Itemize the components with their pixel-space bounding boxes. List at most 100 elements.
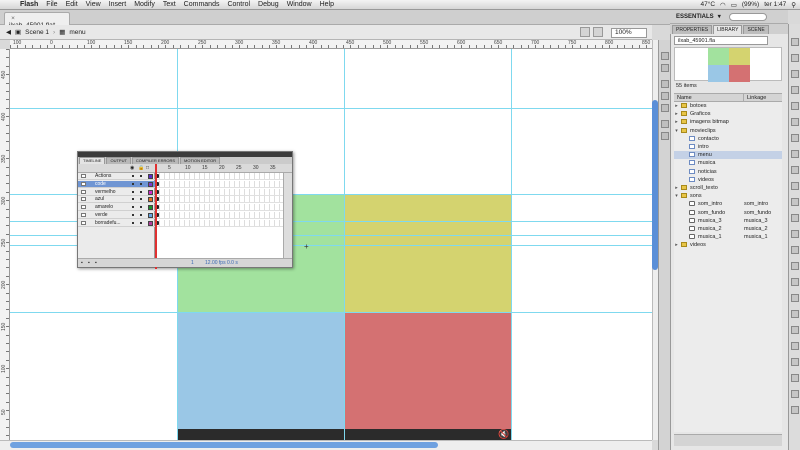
menu-insert[interactable]: Insert (105, 0, 131, 10)
outline-icon[interactable]: □ (146, 165, 149, 171)
visibility-dot-icon[interactable] (132, 182, 134, 185)
pencil-tool-icon[interactable] (791, 182, 799, 190)
library-item[interactable]: musica_1 musica_1 (674, 233, 782, 241)
menu-modify[interactable]: Modify (130, 0, 159, 10)
visibility-dot-icon[interactable] (132, 198, 134, 201)
layer-frames[interactable] (155, 212, 283, 219)
visibility-dot-icon[interactable] (132, 175, 134, 177)
smooth-icon[interactable] (791, 390, 799, 398)
library-item[interactable]: ▸ imagens bitmap (674, 118, 782, 126)
library-item[interactable]: ▾ movieclips (674, 127, 782, 135)
new-layer-icon[interactable]: ▪ (81, 259, 83, 267)
battery-icon[interactable]: ▭ (731, 1, 737, 9)
menu-text[interactable]: Text (159, 0, 180, 10)
tab-scene[interactable]: SCENE (743, 25, 769, 34)
library-item[interactable]: musica_2 musica_2 (674, 225, 782, 233)
disclosure-closed-icon[interactable]: ▸ (674, 102, 679, 110)
rectangle-tool-icon[interactable] (791, 166, 799, 174)
red-quadrant[interactable] (344, 312, 511, 429)
close-tab-icon[interactable]: × (9, 15, 17, 22)
timeline-layer[interactable]: amarelo (78, 204, 155, 212)
swap-colors-icon[interactable] (791, 358, 799, 366)
hand-tool-icon[interactable] (791, 294, 799, 302)
frame-ruler[interactable]: ◉ 🔒 □ 5 10 15 20 25 30 35 (78, 164, 292, 173)
delete-layer-icon[interactable]: ▪ (95, 259, 97, 267)
paint-bucket-tool-icon[interactable] (791, 246, 799, 254)
menu-edit[interactable]: Edit (62, 0, 82, 10)
speaker-muted-icon[interactable]: 🔇 (498, 430, 509, 439)
disclosure-closed-icon[interactable]: ▸ (674, 241, 679, 249)
layer-outline-color[interactable] (148, 197, 153, 203)
disclosure-closed-icon[interactable]: ▸ (674, 118, 679, 126)
visibility-dot-icon[interactable] (132, 214, 134, 216)
workspace-label[interactable]: ESSENTIALS (676, 14, 714, 20)
disclosure-closed-icon[interactable]: ▸ (674, 110, 679, 118)
breadcrumb-symbol[interactable]: menu (69, 29, 85, 36)
lock-icon[interactable]: 🔒 (138, 165, 144, 171)
library-item[interactable]: musica (674, 159, 782, 167)
library-item[interactable]: videos (674, 176, 782, 184)
visibility-dot-icon[interactable] (132, 190, 134, 193)
frame-rate[interactable]: 12.00 fps (205, 259, 226, 267)
timeline-layer[interactable]: verde (78, 212, 155, 219)
library-item[interactable]: contacto (674, 135, 782, 143)
layer-outline-color[interactable] (148, 189, 153, 195)
blue-quadrant[interactable] (177, 312, 344, 429)
edit-symbols-icon[interactable] (593, 27, 603, 37)
deco-tool-icon[interactable] (791, 214, 799, 222)
library-item[interactable]: noticias (674, 168, 782, 176)
selection-tool-icon[interactable] (791, 38, 799, 46)
timeline-layer[interactable]: borradefu... (78, 220, 155, 227)
tab-library[interactable]: LIBRARY (713, 25, 743, 34)
layer-outline-color[interactable] (148, 174, 153, 179)
wifi-icon[interactable]: ◠ (720, 1, 726, 9)
eyedropper-tool-icon[interactable] (791, 262, 799, 270)
library-item[interactable]: ▸ scroll_texto (674, 184, 782, 192)
color-panel-icon[interactable] (661, 52, 669, 60)
breadcrumb-scene[interactable]: Scene 1 (25, 29, 49, 36)
visibility-dot-icon[interactable] (132, 221, 134, 224)
text-tool-icon[interactable] (791, 134, 799, 142)
library-item[interactable]: ▸ Graficos (674, 110, 782, 118)
document-tab[interactable]: × ilxab_45901.fla* (4, 12, 70, 29)
menu-view[interactable]: View (82, 0, 105, 10)
horizontal-scroll-thumb[interactable] (10, 442, 438, 448)
playhead[interactable] (155, 164, 157, 269)
lock-dot-icon[interactable] (140, 214, 142, 216)
library-item[interactable]: intro (674, 143, 782, 151)
layer-frames[interactable] (155, 188, 283, 196)
library-item[interactable]: ▸ videos (674, 241, 782, 249)
clock[interactable]: ter 1:47 (764, 1, 786, 8)
timeline-layer[interactable]: code (78, 180, 155, 188)
edit-scene-icon[interactable] (580, 27, 590, 37)
brush-tool-icon[interactable] (791, 198, 799, 206)
menu-debug[interactable]: Debug (254, 0, 283, 10)
help-search-input[interactable] (728, 12, 767, 21)
menu-commands[interactable]: Commands (180, 0, 224, 10)
layer-frames[interactable] (155, 173, 283, 180)
lock-dot-icon[interactable] (140, 175, 142, 177)
new-folder-icon[interactable]: ▪ (88, 259, 90, 267)
free-transform-tool-icon[interactable] (791, 70, 799, 78)
library-item[interactable]: musica_3 musica_3 (674, 217, 782, 225)
column-linkage[interactable]: Linkage (744, 94, 766, 101)
dropdown-arrow-icon[interactable]: ▾ (718, 13, 721, 20)
lock-dot-icon[interactable] (140, 198, 142, 201)
swatches-panel-icon[interactable] (661, 64, 669, 72)
tab-timeline[interactable]: TIMELINE (79, 157, 106, 164)
library-item[interactable]: som_intro som_intro (674, 200, 782, 208)
zoom-tool-icon[interactable] (791, 310, 799, 318)
tab-properties[interactable]: PROPERTIES (672, 25, 713, 34)
yellow-quadrant[interactable] (344, 194, 511, 312)
components-panel-icon[interactable] (661, 132, 669, 140)
library-item[interactable]: ▾ sons (674, 192, 782, 200)
menu-control[interactable]: Control (223, 0, 254, 10)
timeline-layer[interactable]: azul (78, 196, 155, 204)
lock-dot-icon[interactable] (140, 221, 142, 224)
column-name[interactable]: Name (674, 94, 744, 101)
layer-outline-color[interactable] (148, 205, 153, 211)
spotlight-icon[interactable]: ⚲ (791, 1, 796, 9)
eraser-tool-icon[interactable] (791, 278, 799, 286)
lock-dot-icon[interactable] (140, 206, 142, 209)
align-panel-icon[interactable] (661, 80, 669, 88)
